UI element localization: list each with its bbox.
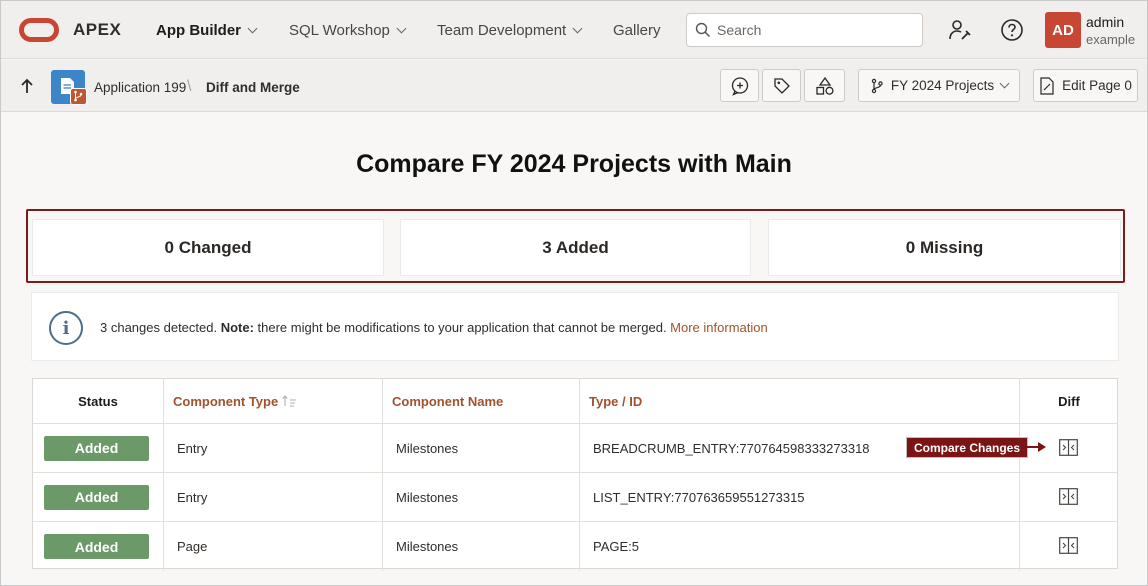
type-id-cell: LIST_ENTRY:770763659551273315 <box>580 473 1020 521</box>
status-cell: Added <box>33 522 164 571</box>
chevron-down-icon <box>999 78 1010 89</box>
info-alert: i 3 changes detected. Note: there might … <box>32 293 1118 360</box>
edit-page-button[interactable]: Edit Page 0 <box>1033 69 1138 102</box>
comment-add-icon <box>731 76 748 96</box>
missing-count-card[interactable]: 0 Missing <box>769 220 1120 275</box>
status-badge: Added <box>44 435 149 461</box>
nav-app-builder[interactable]: App Builder <box>156 22 258 39</box>
summary-highlight-frame: 0 Changed 3 Added 0 Missing <box>26 209 1125 283</box>
column-header-component-type[interactable]: Component Type <box>164 379 383 424</box>
component-type-cell: Entry <box>164 424 383 472</box>
page-title: Compare FY 2024 Projects with Main <box>356 150 792 178</box>
nav-gallery[interactable]: Gallery <box>613 22 661 39</box>
status-cell: Added <box>33 424 164 472</box>
status-badge: Added <box>44 534 149 559</box>
search-box <box>686 13 923 47</box>
breadcrumb-separator: \ <box>187 78 192 95</box>
shapes-icon <box>815 76 834 95</box>
table-row: Added Page Milestones PAGE:5 <box>33 522 1117 571</box>
changed-count-card[interactable]: 0 Changed <box>33 220 383 275</box>
top-navigation-bar: APEX App Builder SQL Workshop Team Devel… <box>1 1 1147 59</box>
nav-label: Gallery <box>613 22 661 39</box>
breadcrumb-application[interactable]: Application 199 <box>94 80 186 95</box>
git-branch-icon <box>871 78 883 93</box>
component-name-cell: Milestones <box>383 473 580 521</box>
status-cell: Added <box>33 473 164 521</box>
component-type-cell: Entry <box>164 473 383 521</box>
branch-label: FY 2024 Projects <box>890 78 995 93</box>
nav-sql-workshop[interactable]: SQL Workshop <box>289 22 407 39</box>
add-comment-button[interactable] <box>720 69 759 102</box>
column-header-type-id[interactable]: Type / ID <box>580 379 1020 424</box>
avatar[interactable]: AD <box>1045 12 1081 48</box>
search-icon <box>695 22 711 38</box>
chevron-down-icon <box>572 23 583 34</box>
nav-label: SQL Workshop <box>289 22 390 39</box>
sort-ascending-icon <box>282 395 297 407</box>
chevron-down-icon <box>247 23 258 34</box>
brand-name[interactable]: APEX <box>73 20 121 40</box>
edit-page-label: Edit Page 0 <box>1062 78 1132 93</box>
info-note-text: there might be modifications to your app… <box>253 320 671 335</box>
branch-selector[interactable]: FY 2024 Projects <box>858 69 1020 102</box>
breadcrumb-current-page: Diff and Merge <box>206 80 300 95</box>
breadcrumb-bar: Application 199 \ Diff and Merge FY 2024… <box>1 60 1147 112</box>
oracle-logo-icon[interactable] <box>19 18 59 42</box>
status-badge: Added <box>44 484 149 510</box>
nav-label: App Builder <box>156 22 241 39</box>
component-name-cell: Milestones <box>383 522 580 571</box>
administration-icon[interactable] <box>947 17 973 43</box>
info-note-label: Note: <box>220 320 254 335</box>
compare-diff-icon[interactable] <box>1059 537 1078 554</box>
component-type-cell: Page <box>164 522 383 571</box>
tag-icon <box>773 77 790 94</box>
compare-diff-icon[interactable] <box>1059 439 1078 456</box>
chevron-down-icon <box>396 23 407 34</box>
info-message: 3 changes detected. Note: there might be… <box>100 320 768 335</box>
column-header-diff: Diff <box>1020 379 1118 424</box>
developer-toolbar-button[interactable] <box>762 69 801 102</box>
callout-arrow-head <box>1038 442 1046 452</box>
compare-changes-callout: Compare Changes <box>907 438 1028 457</box>
arrow-up-icon[interactable] <box>18 76 36 96</box>
info-count-text: 3 changes detected. <box>100 320 221 335</box>
info-icon: i <box>49 311 83 345</box>
column-header-component-name[interactable]: Component Name <box>383 379 580 424</box>
help-icon[interactable] <box>999 17 1025 43</box>
workspace-name: example <box>1086 32 1136 47</box>
nav-label: Team Development <box>437 22 567 39</box>
compare-diff-icon[interactable] <box>1059 488 1078 505</box>
nav-team-development[interactable]: Team Development <box>437 22 583 39</box>
component-name-cell: Milestones <box>383 424 580 472</box>
more-information-link[interactable]: More information <box>670 320 768 335</box>
branch-icon <box>70 88 87 105</box>
table-row: Added Entry Milestones LIST_ENTRY:770763… <box>33 473 1117 522</box>
changes-table: Status Component Type Component Name Typ… <box>32 378 1118 571</box>
search-input[interactable] <box>717 22 907 38</box>
added-count-card[interactable]: 3 Added <box>401 220 750 275</box>
shared-components-button[interactable] <box>804 69 845 102</box>
user-name[interactable]: admin <box>1086 14 1124 30</box>
type-id-cell: PAGE:5 <box>580 522 1020 571</box>
edit-page-icon <box>1040 76 1054 95</box>
column-header-label: Component Type <box>173 393 279 409</box>
column-header-status: Status <box>33 379 164 424</box>
